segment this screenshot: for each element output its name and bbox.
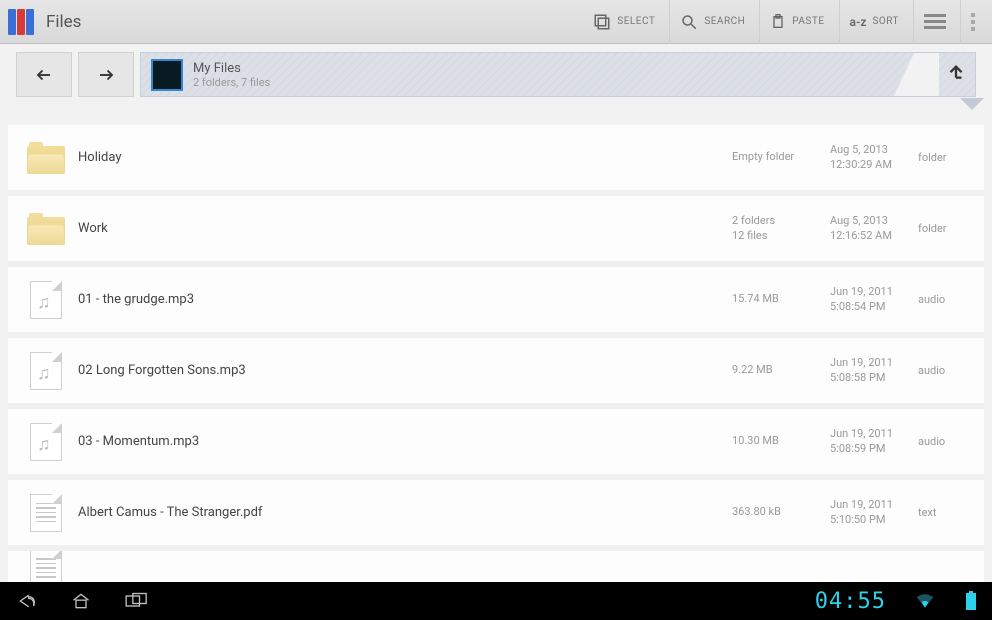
arrow-right-icon: [94, 66, 118, 84]
file-name: 02 Long Forgotten Sons.mp3: [70, 363, 732, 378]
file-size: 15.74 MB: [732, 292, 830, 307]
folder-icon: [27, 213, 65, 245]
wifi-icon: [914, 592, 936, 610]
file-date: Jun 19, 20115:08:58 PM: [830, 356, 918, 386]
paste-icon: [770, 13, 786, 31]
list-view-icon: [924, 14, 946, 29]
overflow-menu-button[interactable]: [960, 0, 984, 44]
breadcrumb-bar: My Files 2 folders, 7 files: [16, 52, 976, 97]
file-date: Jun 19, 20115:10:50 PM: [830, 498, 918, 528]
forward-button[interactable]: [78, 52, 134, 97]
file-row[interactable]: Albert Camus - The Stranger.pdf363.80 kB…: [8, 480, 984, 551]
file-name: Albert Camus - The Stranger.pdf: [70, 505, 732, 520]
file-type: audio: [918, 435, 970, 448]
file-row[interactable]: HolidayEmpty folderAug 5, 201312:30:29 A…: [8, 125, 984, 196]
file-row[interactable]: ♫ 02 Long Forgotten Sons.mp39.22 MBJun 19…: [8, 338, 984, 409]
back-button[interactable]: [16, 52, 72, 97]
file-name: 03 - Momentum.mp3: [70, 434, 732, 449]
breadcrumb-chevron-icon: [960, 98, 984, 110]
file-list: HolidayEmpty folderAug 5, 201312:30:29 A…: [8, 125, 984, 591]
file-size: 10.30 MB: [732, 434, 830, 449]
paste-label: PASTE: [792, 16, 824, 27]
sort-button[interactable]: a-z SORT: [839, 0, 909, 44]
audio-file-icon: ♫: [30, 281, 62, 319]
system-clock: 04:55: [815, 589, 886, 614]
app-title: Files: [46, 12, 81, 32]
file-date: Jun 19, 20115:08:59 PM: [830, 427, 918, 457]
view-mode-button[interactable]: [913, 0, 956, 44]
file-type: audio: [918, 293, 970, 306]
breadcrumb-subtitle: 2 folders, 7 files: [193, 76, 270, 89]
file-type: folder: [918, 222, 970, 235]
android-recents-button[interactable]: [122, 591, 152, 611]
file-row[interactable]: ♫ 01 - the grudge.mp315.74 MBJun 19, 2011…: [8, 267, 984, 338]
arrow-up-icon: [945, 61, 967, 87]
file-name: 01 - the grudge.mp3: [70, 292, 732, 307]
breadcrumb-title: My Files: [193, 61, 270, 76]
select-button[interactable]: SELECT: [583, 0, 665, 44]
battery-icon: [964, 591, 978, 611]
folder-icon: [27, 142, 65, 174]
arrow-left-icon: [32, 66, 56, 84]
location-thumb-icon: [151, 59, 183, 91]
paste-button[interactable]: PASTE: [759, 0, 834, 44]
sort-label: SORT: [872, 16, 899, 27]
file-size: 9.22 MB: [732, 363, 830, 378]
file-date: Jun 19, 20115:08:54 PM: [830, 285, 918, 315]
search-icon: [680, 13, 698, 31]
android-back-button[interactable]: [14, 591, 40, 611]
file-name: Work: [70, 221, 732, 236]
top-action-bar: Files SELECT SEARCH PASTE a-z SORT: [0, 0, 992, 44]
file-row[interactable]: ♫ 03 - Momentum.mp310.30 MBJun 19, 20115:…: [8, 409, 984, 480]
file-date: Aug 5, 201312:30:29 AM: [830, 143, 918, 173]
document-file-icon: [30, 494, 62, 532]
file-date: Aug 5, 201312:16:52 AM: [830, 214, 918, 244]
android-home-button[interactable]: [68, 591, 94, 611]
go-up-button[interactable]: [945, 61, 967, 91]
file-row[interactable]: Work2 folders12 filesAug 5, 201312:16:52…: [8, 196, 984, 267]
audio-file-icon: ♫: [30, 423, 62, 461]
search-button[interactable]: SEARCH: [669, 0, 755, 44]
audio-file-icon: ♫: [30, 352, 62, 390]
select-icon: [593, 13, 611, 31]
file-type: audio: [918, 364, 970, 377]
android-nav-bar: 04:55: [0, 582, 992, 620]
file-name: Holiday: [70, 150, 732, 165]
app-icon: [8, 7, 38, 37]
file-size: 2 folders12 files: [732, 214, 830, 244]
file-type: text: [918, 506, 970, 519]
file-size: 363.80 kB: [732, 505, 830, 520]
search-label: SEARCH: [704, 16, 745, 27]
file-type: folder: [918, 151, 970, 164]
select-label: SELECT: [617, 16, 655, 27]
breadcrumb-current[interactable]: My Files 2 folders, 7 files: [140, 52, 976, 97]
sort-icon: a-z: [850, 15, 867, 29]
file-size: Empty folder: [732, 150, 830, 165]
